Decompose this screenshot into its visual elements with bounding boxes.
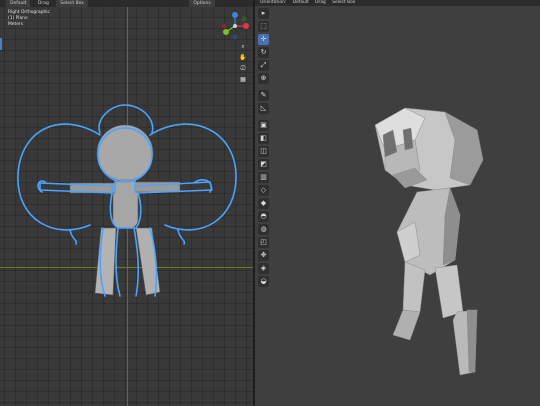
bevel-icon[interactable]: ◩ (258, 159, 269, 170)
tool-shelf: ▸ ⬚ ✛ ↻ ⤢ ⊕ ✎ ◺ ▣ ◧ ◫ ◩ ▥ ◇ ◆ ◓ ◍ ◰ ✥ ◈ … (258, 8, 272, 289)
rip-region-icon[interactable]: ◒ (258, 276, 269, 287)
character-perspective-view[interactable] (255, 0, 540, 406)
character-mesh (69, 124, 181, 296)
x-axis-handle (243, 23, 249, 29)
navigation-tools: ⌕ ✋ ⎚ ▦ (238, 40, 252, 86)
measure-icon[interactable]: ◺ (258, 103, 269, 114)
add-cube-icon[interactable]: ▣ (258, 120, 269, 131)
inset-icon[interactable]: ◫ (258, 146, 269, 157)
transform-icon[interactable]: ⊕ (258, 73, 269, 84)
poly-build-icon[interactable]: ◆ (258, 198, 269, 209)
cursor-icon[interactable]: ▸ (258, 8, 269, 19)
shrink-fatten-icon[interactable]: ✥ (258, 250, 269, 261)
zoom-icon[interactable]: ⌕ (238, 42, 248, 51)
grid-icon[interactable]: ▦ (238, 75, 248, 84)
z-axis-handle (232, 12, 238, 18)
navigation-gizmo[interactable] (218, 12, 252, 40)
knife-icon[interactable]: ◇ (258, 185, 269, 196)
y-axis-handle (223, 29, 229, 35)
move-icon[interactable]: ✛ (258, 34, 269, 45)
hand-pan-icon[interactable]: ✋ (238, 53, 248, 62)
edge-slide-icon[interactable]: ◰ (258, 237, 269, 248)
scale-icon[interactable]: ⤢ (258, 60, 269, 71)
left-viewport[interactable]: Default Drag Select Box Options Right Or… (0, 0, 253, 406)
spin-icon[interactable]: ◓ (258, 211, 269, 222)
right-viewport[interactable]: Orientation: Default Drag Select Box (255, 0, 540, 406)
extrude-icon[interactable]: ◧ (258, 133, 269, 144)
rotate-icon[interactable]: ↻ (258, 47, 269, 58)
camera-icon[interactable]: ⎚ (238, 64, 248, 73)
annotate-icon[interactable]: ✎ (258, 90, 269, 101)
shear-icon[interactable]: ◈ (258, 263, 269, 274)
loop-cut-icon[interactable]: ▥ (258, 172, 269, 183)
select-box-icon[interactable]: ⬚ (258, 21, 269, 32)
character-front-view[interactable] (0, 0, 253, 406)
smooth-icon[interactable]: ◍ (258, 224, 269, 235)
character-mesh-shaded (374, 107, 484, 376)
